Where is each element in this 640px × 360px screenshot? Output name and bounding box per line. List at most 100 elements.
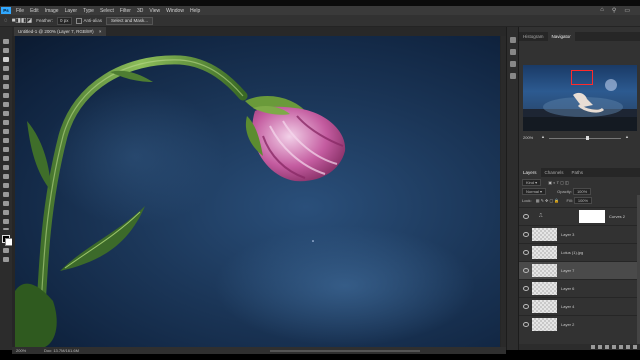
visibility-eye-icon[interactable] bbox=[523, 286, 529, 291]
document-tab[interactable]: Untitled-1 @ 200% (Layer 7, RGB/8#) × bbox=[14, 27, 106, 36]
menu-view[interactable]: View bbox=[146, 8, 163, 14]
brush-tool-icon[interactable] bbox=[3, 111, 9, 116]
layer-kind-filter[interactable]: Kind ▾ bbox=[522, 179, 542, 187]
zoom-out-icon[interactable]: ▲ bbox=[541, 134, 545, 139]
navigator-zoom-slider[interactable] bbox=[549, 138, 621, 139]
visibility-eye-icon[interactable] bbox=[523, 268, 529, 273]
new-group-icon[interactable] bbox=[619, 345, 623, 349]
navigator-zoom-value[interactable]: 200% bbox=[523, 135, 533, 140]
navigator-view-box[interactable] bbox=[571, 70, 593, 85]
lasso-tool-icon[interactable]: ◌ bbox=[4, 18, 8, 24]
adjustments-icon[interactable] bbox=[510, 61, 516, 67]
layer-name[interactable]: Layer 2 bbox=[561, 322, 574, 327]
menu-help[interactable]: Help bbox=[187, 8, 203, 14]
visibility-eye-icon[interactable] bbox=[523, 250, 529, 255]
menu-select[interactable]: Select bbox=[97, 8, 117, 14]
visibility-eye-icon[interactable] bbox=[523, 232, 529, 237]
tab-layers[interactable]: Layers bbox=[519, 168, 541, 177]
clone-stamp-tool-icon[interactable] bbox=[3, 120, 9, 125]
menu-type[interactable]: Type bbox=[80, 8, 97, 14]
layer-row[interactable]: Lotus (1).jpg bbox=[519, 243, 637, 261]
close-icon[interactable]: × bbox=[99, 29, 102, 34]
marquee-tool-icon[interactable] bbox=[3, 48, 9, 53]
layer-row[interactable]: Layer 2 bbox=[519, 315, 637, 333]
adjustment-layer-icon[interactable] bbox=[612, 345, 616, 349]
antialias-checkbox[interactable]: Anti-alias bbox=[75, 17, 102, 24]
eyedropper-tool-icon[interactable] bbox=[3, 93, 9, 98]
filter-type-icons[interactable]: ▣ ◐ T ▢ ◫ bbox=[548, 180, 569, 185]
layer-name[interactable]: Layer 4 bbox=[561, 304, 574, 309]
blur-tool-icon[interactable] bbox=[3, 156, 9, 161]
layer-name[interactable]: Layer 7 bbox=[561, 268, 574, 273]
menu-window[interactable]: Window bbox=[163, 8, 187, 14]
path-select-tool-icon[interactable] bbox=[3, 192, 9, 197]
lock-icons[interactable]: ▦ ✎ ✥ ▢ 🔒 bbox=[536, 198, 560, 203]
search-icon[interactable]: ⚲ bbox=[612, 7, 616, 14]
more-tools-icon[interactable] bbox=[3, 228, 9, 230]
visibility-eye-icon[interactable] bbox=[523, 214, 529, 219]
visibility-eye-icon[interactable] bbox=[523, 304, 529, 309]
document-canvas[interactable] bbox=[15, 36, 500, 347]
menu-file[interactable]: File bbox=[13, 8, 27, 14]
layer-name[interactable]: Layer 6 bbox=[561, 286, 574, 291]
zoom-in-icon[interactable]: ▲ bbox=[625, 134, 629, 139]
layer-thumbnail bbox=[579, 210, 605, 223]
selection-mode-icons[interactable]: ■◨◧◪ bbox=[12, 17, 33, 24]
dodge-tool-icon[interactable] bbox=[3, 165, 9, 170]
gradient-tool-icon[interactable] bbox=[3, 147, 9, 152]
fx-icon[interactable] bbox=[598, 345, 602, 349]
layer-name[interactable]: Curves 2 bbox=[609, 214, 625, 219]
type-tool-icon[interactable] bbox=[3, 183, 9, 188]
shape-tool-icon[interactable] bbox=[3, 201, 9, 206]
layer-name[interactable]: Layer 3 bbox=[561, 232, 574, 237]
layer-row[interactable]: Layer 4 bbox=[519, 297, 637, 315]
workspace-icon[interactable]: ▭ bbox=[624, 7, 630, 14]
properties-icon[interactable] bbox=[510, 49, 516, 55]
tab-navigator[interactable]: Navigator bbox=[547, 32, 575, 41]
tab-histogram[interactable]: Histogram bbox=[519, 32, 548, 41]
layer-row[interactable]: Layer 6 bbox=[519, 279, 637, 297]
quick-mask-icon[interactable] bbox=[3, 248, 9, 253]
menu-bar: Ps File Edit Image Layer Type Select Fil… bbox=[0, 6, 640, 15]
select-and-mask-button[interactable]: Select and Mask... bbox=[106, 16, 154, 25]
visibility-eye-icon[interactable] bbox=[523, 322, 529, 327]
menu-image[interactable]: Image bbox=[42, 8, 62, 14]
zoom-tool-icon[interactable] bbox=[3, 219, 9, 224]
tab-paths[interactable]: Paths bbox=[568, 168, 588, 177]
add-mask-icon[interactable] bbox=[605, 345, 609, 349]
history-icon[interactable] bbox=[510, 37, 516, 43]
history-brush-tool-icon[interactable] bbox=[3, 129, 9, 134]
pen-tool-icon[interactable] bbox=[3, 174, 9, 179]
blend-mode-select[interactable]: Normal ▾ bbox=[522, 188, 547, 196]
lasso-tool-icon[interactable] bbox=[3, 57, 9, 62]
zoom-readout[interactable]: 200% bbox=[16, 347, 26, 354]
layer-row[interactable]: Layer 3 bbox=[519, 225, 637, 243]
tab-channels[interactable]: Channels bbox=[541, 168, 568, 177]
home-icon[interactable]: ⌂ bbox=[600, 7, 604, 14]
delete-layer-icon[interactable] bbox=[633, 345, 637, 349]
opacity-input[interactable]: 100% bbox=[572, 188, 592, 196]
canvas-horizontal-scrollbar[interactable] bbox=[270, 350, 420, 352]
healing-tool-icon[interactable] bbox=[3, 102, 9, 107]
layer-row-selected[interactable]: Layer 7 bbox=[519, 261, 637, 279]
navigator-zoom-knob[interactable] bbox=[586, 136, 589, 140]
crop-tool-icon[interactable] bbox=[3, 75, 9, 80]
move-tool-icon[interactable] bbox=[3, 39, 9, 44]
feather-input[interactable]: 0 px bbox=[56, 16, 72, 25]
menu-layer[interactable]: Layer bbox=[62, 8, 81, 14]
hand-tool-icon[interactable] bbox=[3, 210, 9, 215]
swatches-icon[interactable] bbox=[510, 73, 516, 79]
menu-edit[interactable]: Edit bbox=[27, 8, 42, 14]
menu-3d[interactable]: 3D bbox=[134, 8, 146, 14]
screen-mode-icon[interactable] bbox=[3, 257, 9, 262]
menu-filter[interactable]: Filter bbox=[117, 8, 134, 14]
navigator-thumbnail[interactable] bbox=[523, 65, 637, 131]
layer-row[interactable]: ⎍ Curves 2 bbox=[519, 207, 637, 225]
eraser-tool-icon[interactable] bbox=[3, 138, 9, 143]
fill-input[interactable]: 100% bbox=[573, 197, 593, 205]
layer-name[interactable]: Lotus (1).jpg bbox=[561, 250, 583, 255]
link-layers-icon[interactable] bbox=[591, 345, 595, 349]
object-select-tool-icon[interactable] bbox=[3, 66, 9, 71]
new-layer-icon[interactable] bbox=[626, 345, 630, 349]
frame-tool-icon[interactable] bbox=[3, 84, 9, 89]
